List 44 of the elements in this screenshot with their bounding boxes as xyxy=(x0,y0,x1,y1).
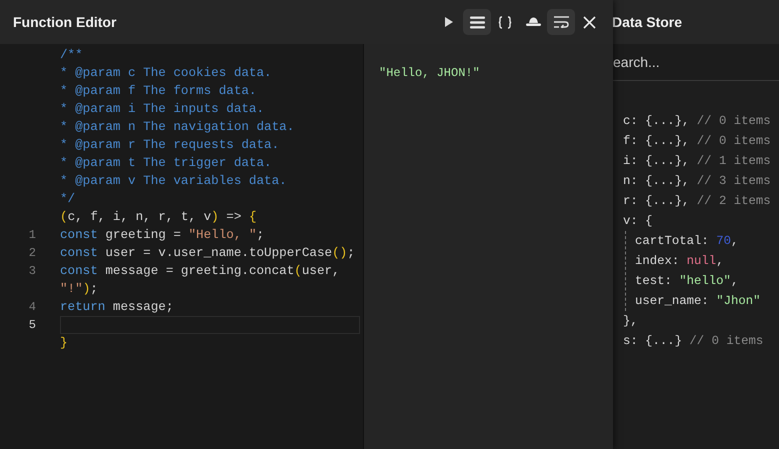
code-line: */ xyxy=(60,191,76,208)
close-icon xyxy=(582,16,596,28)
list-icon xyxy=(470,16,484,28)
tree-entry: v: { xyxy=(623,213,653,230)
braces-icon xyxy=(498,16,512,28)
tree-entry: c: {...}, // 0 items xyxy=(623,113,771,130)
tree-entry: s: {...} // 0 items xyxy=(623,333,764,350)
line-number: 1 xyxy=(28,227,36,244)
tree-entry: f: {...}, // 0 items xyxy=(623,133,771,150)
code-line: } xyxy=(60,335,69,352)
code-line: "!"); xyxy=(60,281,99,298)
code-line: * @param f The forms data. xyxy=(60,83,258,100)
code-line: * @param n The navigation data. xyxy=(60,119,296,136)
tree-entry: r: {...}, // 2 items xyxy=(623,193,771,210)
tree-entry: }, xyxy=(623,313,638,330)
code-line: const greeting = "Hello, "; xyxy=(60,227,266,244)
tree-entry: index: null, xyxy=(635,253,724,270)
tree-entry: i: {...}, // 1 items xyxy=(623,153,771,170)
play-icon xyxy=(444,16,454,28)
code-line: const user = v.user_name.toUpperCase(); xyxy=(60,245,356,262)
code-line: * @param c The cookies data. xyxy=(60,65,273,82)
tree-entry: cartTotal: 70, xyxy=(635,233,738,250)
code-line: return message; xyxy=(60,299,174,316)
tree-entry: test: "hello", xyxy=(635,273,738,290)
code-line: (c, f, i, n, r, t, v) => { xyxy=(60,209,258,226)
tree-entry: user_name: "Jhon" xyxy=(635,293,760,310)
line-number: 5 xyxy=(28,317,36,334)
hat-icon xyxy=(526,17,540,27)
wrap-icon xyxy=(554,16,568,28)
list-button[interactable] xyxy=(463,9,491,35)
code-line: /** xyxy=(60,47,84,64)
code-line: * @param i The inputs data. xyxy=(60,101,266,118)
line-number: 3 xyxy=(28,263,36,280)
code-line: * @param r The requests data. xyxy=(60,137,280,154)
tree-entry: n: {...}, // 3 items xyxy=(623,173,771,190)
output-text: "Hello, JHON!" xyxy=(379,66,480,80)
wrap-button[interactable] xyxy=(547,9,575,35)
panel-title: Function Editor xyxy=(13,12,116,32)
code-line: * @param t The trigger data. xyxy=(60,155,273,172)
line-number: 4 xyxy=(28,299,36,316)
code-line: * @param v The variables data. xyxy=(60,173,288,190)
panel-title: Data Store xyxy=(613,12,682,32)
line-number: 2 xyxy=(28,245,36,262)
code-line: const message = greeting.concat(user, xyxy=(60,263,341,280)
